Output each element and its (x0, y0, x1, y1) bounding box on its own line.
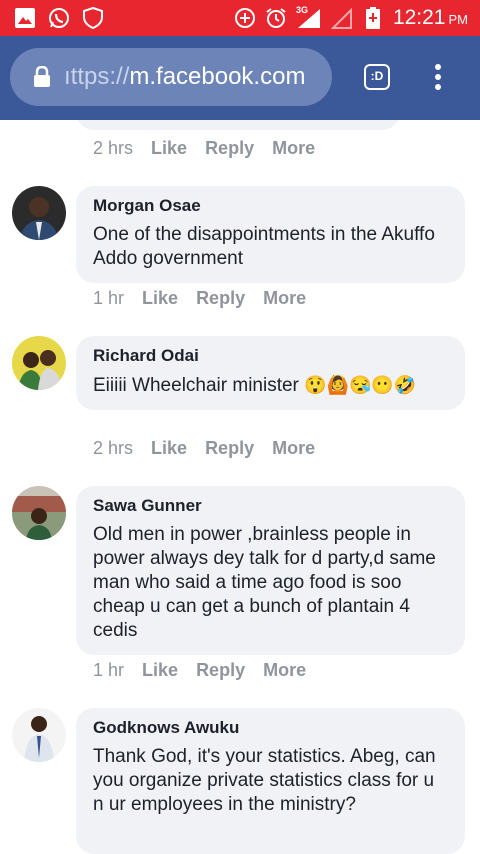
avatar[interactable] (12, 336, 66, 390)
comment-bubble: Morgan Osae One of the disappointments i… (76, 186, 465, 283)
more-button[interactable]: More (272, 138, 315, 159)
clock-ampm: PM (448, 12, 469, 27)
previous-comment-actions: 2 hrs Like Reply More (93, 138, 333, 159)
more-button[interactable]: More (263, 288, 306, 309)
lock-icon (32, 65, 52, 88)
comments-list: 2 hrs Like Reply More Morgan Osae One of th… (0, 120, 480, 854)
comment-author[interactable]: Godknows Awuku (93, 718, 449, 738)
comment-text: One of the disappointments in the Akuffo… (93, 224, 435, 269)
comment-bubble: Richard Odai Eiiiii Wheelchair minister … (76, 336, 465, 410)
overflow-menu-icon[interactable] (428, 64, 448, 92)
reply-button[interactable]: Reply (196, 288, 245, 309)
comment-text: Thank God, it's your statistics. Abeg, c… (93, 746, 436, 815)
comment-actions: 1 hr Like Reply More (93, 660, 324, 681)
gallery-icon (14, 7, 36, 29)
whatsapp-icon (48, 7, 70, 29)
comment-time: 1 hr (93, 288, 125, 308)
network-label: 3G (295, 5, 308, 15)
clock-time: 12:21 (392, 6, 446, 29)
like-button[interactable]: Like (151, 138, 187, 159)
comment-time: 2 hrs (93, 438, 134, 458)
comment-text: Old men in power ,brainless people in po… (93, 524, 436, 641)
shield-icon (82, 7, 104, 29)
tabs-button[interactable]: :D (364, 64, 390, 90)
like-button[interactable]: Like (151, 438, 187, 459)
reply-button[interactable]: Reply (205, 138, 254, 159)
comment-text: Eiiiii Wheelchair minister (93, 375, 299, 396)
url-scheme: ıttps:// (64, 63, 130, 90)
comment-bubble: Godknows Awuku Thank God, it's your stat… (76, 708, 465, 854)
signal-empty-icon (330, 7, 353, 29)
url-domain: m.facebook.com (129, 63, 306, 90)
more-button[interactable]: More (272, 438, 315, 459)
comment-time: 1 hr (93, 660, 125, 680)
comment-author[interactable]: Morgan Osae (93, 196, 449, 216)
status-bar: 3G 12:21 PM (0, 0, 480, 36)
like-button[interactable]: Like (142, 660, 178, 681)
emoji-reactions: 😲🙆😪😶🤣 (304, 375, 417, 395)
clock: 12:21 PM (393, 6, 468, 30)
signal-3g-icon: 3G (295, 5, 322, 29)
battery-charging-icon (362, 7, 384, 29)
avatar[interactable] (12, 708, 66, 762)
reply-button[interactable]: Reply (196, 660, 245, 681)
avatar[interactable] (12, 486, 66, 540)
comment-actions: 2 hrs Like Reply More (93, 438, 333, 459)
comment-author[interactable]: Richard Odai (93, 346, 449, 366)
comment-actions: 1 hr Like Reply More (93, 288, 324, 309)
comment-author[interactable]: Sawa Gunner (93, 496, 449, 516)
comment-time: 2 hrs (93, 138, 134, 158)
avatar[interactable] (12, 186, 66, 240)
browser-toolbar: ıttps://m.facebook.com :D (0, 36, 480, 120)
previous-comment-bubble (76, 120, 400, 130)
like-button[interactable]: Like (142, 288, 178, 309)
address-bar[interactable]: ıttps://m.facebook.com (10, 48, 332, 106)
reply-button[interactable]: Reply (205, 438, 254, 459)
data-saver-icon (234, 7, 256, 29)
comment-text-wrap: Eiiiii Wheelchair minister 😲🙆😪😶🤣 (93, 373, 449, 398)
alarm-icon (265, 7, 287, 29)
url-text: ıttps://m.facebook.com (64, 63, 305, 91)
more-button[interactable]: More (263, 660, 306, 681)
comment-bubble: Sawa Gunner Old men in power ,brainless … (76, 486, 465, 655)
